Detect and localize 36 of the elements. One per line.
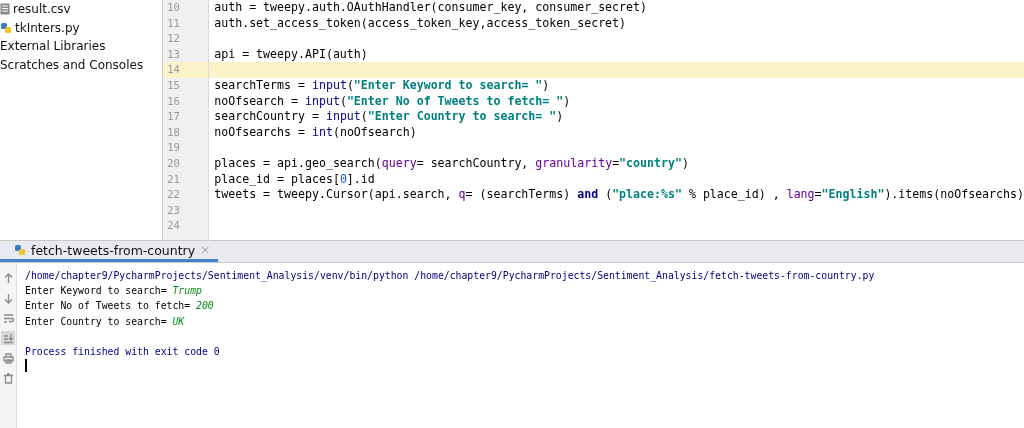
soft-wrap-icon[interactable] — [1, 311, 15, 325]
code-line: searchCountry = input("Enter Country to search= ") — [213, 109, 564, 125]
print-icon[interactable] — [1, 351, 15, 365]
text-cursor — [25, 359, 27, 373]
typed-input-text: UK — [172, 315, 185, 327]
line-number: 22 — [163, 187, 210, 203]
code-line: places = api.geo_search(query= searchCountry, granularity="country") — [213, 155, 689, 172]
trash-icon[interactable] — [1, 371, 15, 385]
text-file-icon — [0, 3, 10, 16]
project-tree-item[interactable]: result.csv — [0, 0, 163, 19]
code-line: searchTerms = input("Enter Keyword to search= ") — [213, 77, 550, 94]
python-file-icon — [14, 244, 26, 256]
code-line: place_id = places[0].id — [213, 171, 375, 188]
scroll-to-end-icon[interactable] — [1, 331, 15, 345]
code-line: auth = tweepy.auth.OAuthHandler(consumer_key, consumer_secret) — [213, 0, 647, 16]
console-prompt: Enter Keyword to search= — [25, 285, 168, 297]
project-tree-item[interactable]: External Libraries — [0, 37, 163, 56]
line-number: 12 — [163, 31, 210, 47]
console-output: Process finished with exit code 0 — [25, 345, 220, 357]
typed-input-text: 200 — [196, 300, 214, 312]
code-line: noOfsearchs = int(noOfsearch) — [213, 124, 417, 141]
line-number: 19 — [163, 140, 210, 156]
code-line: api = tweepy.API(auth) — [213, 46, 368, 63]
console-prompt: Enter No of Tweets to fetch= — [25, 300, 192, 312]
python-file-icon — [0, 21, 12, 34]
code-line: tweets = tweepy.Cursor(api.search, q= (searchTerms) and ("place:%s" % place_id) , lang="English").items(noOfsearchs) — [213, 187, 1024, 203]
code-line: auth.set_access_token(access_token_key,access_token_secret) — [213, 15, 627, 32]
project-tree-item[interactable]: tkInters.py — [0, 18, 163, 37]
console-prompt: Enter Country to search= — [25, 315, 168, 327]
code-line: noOfsearch = input("Enter No of Tweets to fetch= ") — [213, 93, 571, 110]
console-output: /home/chapter9/PycharmProjects/Sentiment_Analysis/venv/bin/python /home/chapter9/PycharmProjects/Sentiment_Analysis/fetch-tweets-from-country.py — [25, 270, 875, 281]
line-number: 17 — [163, 109, 210, 125]
line-number: 24 — [163, 218, 210, 234]
typed-input-text: Trump — [172, 285, 202, 297]
line-number: 10 — [163, 0, 210, 16]
project-tree-item[interactable]: Scratches and Consoles — [0, 55, 163, 74]
